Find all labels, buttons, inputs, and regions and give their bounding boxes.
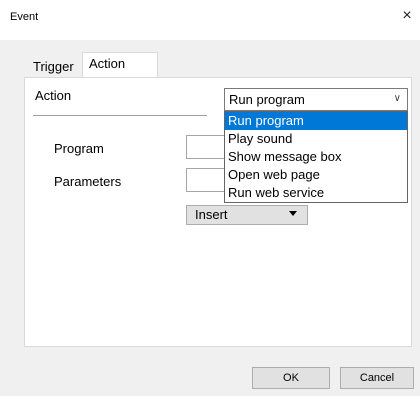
- action-type-combobox[interactable]: Run program ∨: [224, 88, 408, 111]
- event-dialog: Event × Trigger Action Action Program Pa…: [0, 0, 420, 396]
- dropdown-option-open-web-page[interactable]: Open web page: [225, 166, 407, 184]
- tab-action[interactable]: Action: [82, 52, 158, 78]
- program-label: Program: [54, 141, 104, 156]
- action-type-dropdown-list: Run program Play sound Show message box …: [224, 111, 408, 203]
- dropdown-option-play-sound[interactable]: Play sound: [225, 130, 407, 148]
- window-title: Event: [10, 11, 39, 23]
- cancel-button[interactable]: Cancel: [340, 367, 414, 389]
- parameters-label: Parameters: [54, 174, 122, 189]
- ok-button[interactable]: OK: [252, 367, 330, 389]
- close-icon[interactable]: ×: [394, 2, 420, 30]
- tab-trigger[interactable]: Trigger: [28, 56, 78, 78]
- section-divider: [33, 115, 207, 116]
- action-section-label: Action: [35, 88, 72, 103]
- dropdown-option-run-program[interactable]: Run program: [225, 112, 407, 130]
- chevron-down-icon: ∨: [393, 93, 401, 104]
- dropdown-arrow-icon: [289, 211, 297, 216]
- title-bar: Event ×: [0, 0, 420, 40]
- action-type-selected-value: Run program: [229, 92, 305, 107]
- insert-button-label: Insert: [195, 207, 228, 222]
- dropdown-option-run-web-service[interactable]: Run web service: [225, 184, 407, 202]
- dropdown-option-show-message-box[interactable]: Show message box: [225, 148, 407, 166]
- insert-button[interactable]: Insert: [186, 205, 308, 225]
